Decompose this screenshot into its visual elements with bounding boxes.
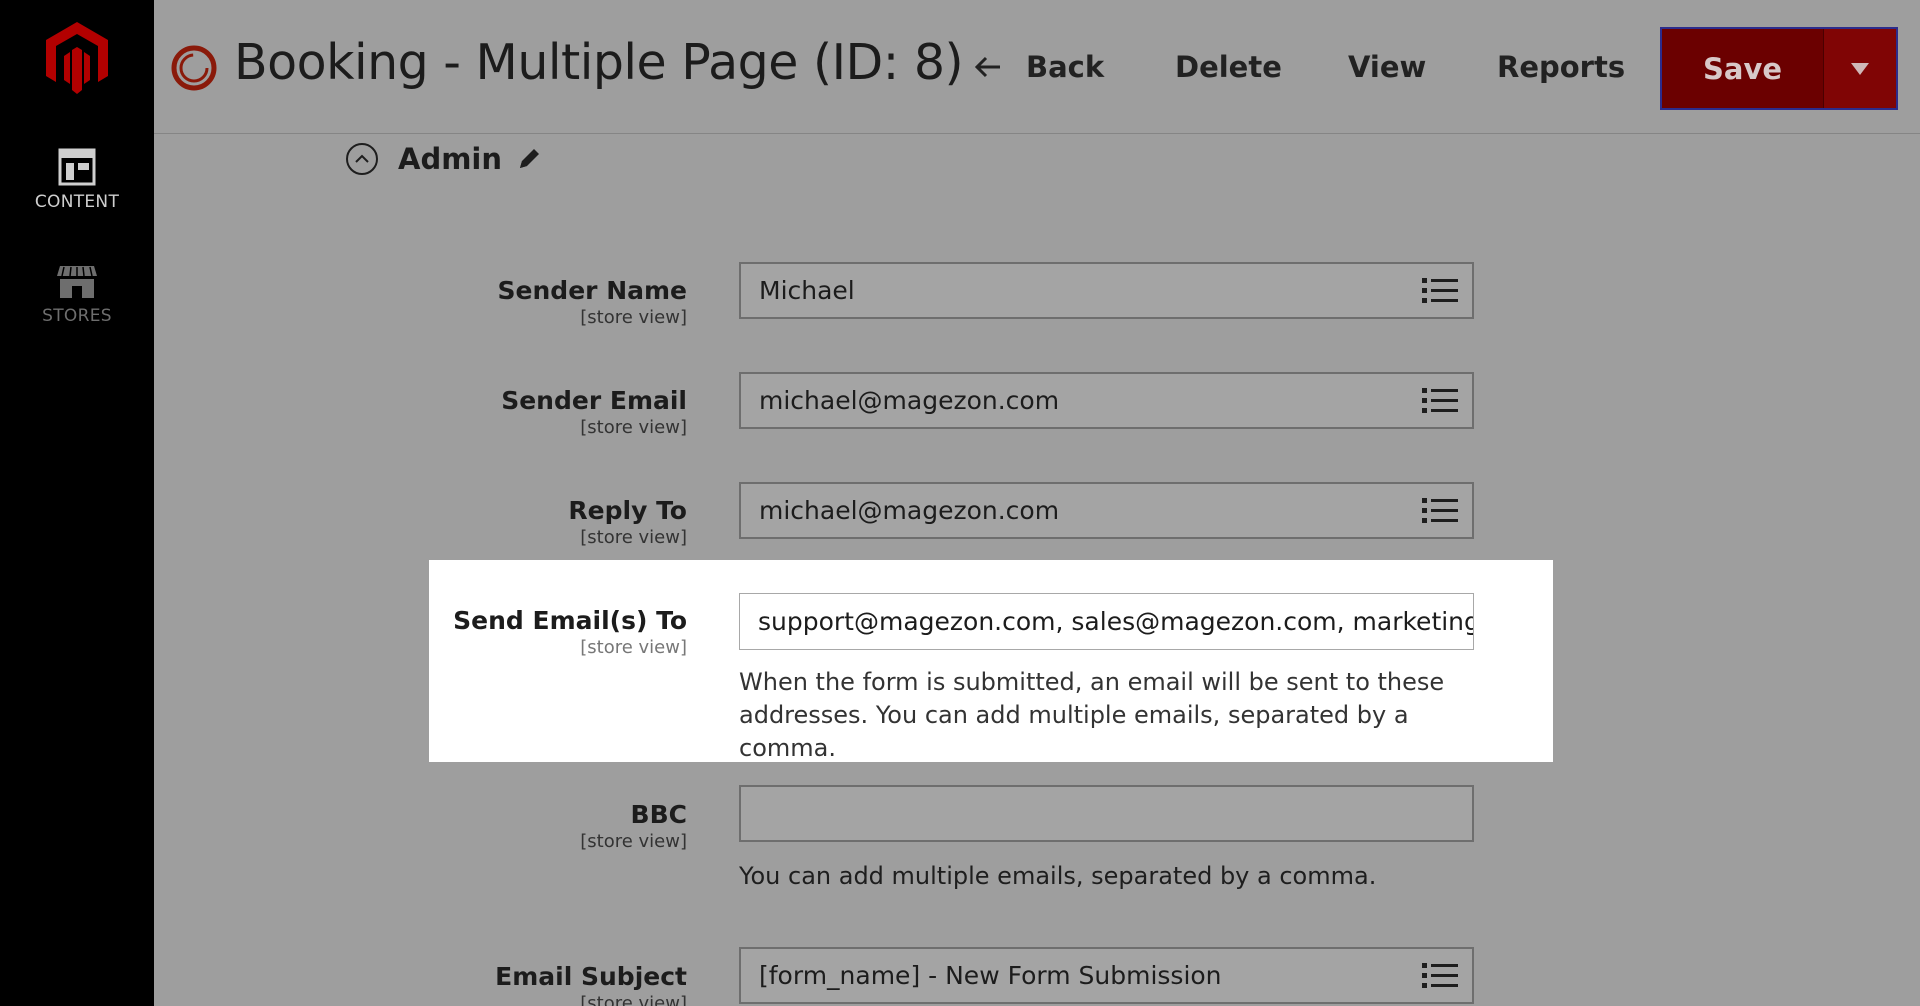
save-options-toggle[interactable] bbox=[1824, 29, 1896, 108]
input-value: Michael bbox=[759, 276, 855, 305]
sidebar-item-stores[interactable]: STORES bbox=[0, 264, 154, 326]
chevron-down-icon bbox=[1851, 62, 1869, 75]
magento-logo-icon[interactable] bbox=[42, 20, 112, 96]
pencil-icon[interactable] bbox=[516, 146, 542, 172]
field-label: Sender Email bbox=[501, 386, 687, 415]
bbc-input[interactable] bbox=[739, 785, 1474, 842]
page-title: Booking - Multiple Page (ID: 8) bbox=[234, 34, 964, 91]
sidebar-item-label: STORES bbox=[42, 306, 112, 326]
content-icon bbox=[58, 148, 96, 186]
input-value: michael@magezon.com bbox=[759, 496, 1060, 525]
field-label: Email Subject bbox=[495, 962, 687, 991]
sender-email-label: Sender Email [store view] bbox=[501, 386, 687, 438]
back-button[interactable]: Back bbox=[974, 50, 1104, 84]
input-value: [form_name] - New Form Submission bbox=[759, 961, 1222, 990]
back-label: Back bbox=[1026, 50, 1105, 84]
reports-button[interactable]: Reports bbox=[1497, 50, 1625, 84]
sender-name-input[interactable]: Michael bbox=[739, 262, 1474, 319]
field-scope: [store view] bbox=[580, 831, 687, 852]
arrow-left-icon bbox=[974, 56, 1000, 78]
sidebar: CONTENT STORES bbox=[0, 0, 154, 1006]
view-button[interactable]: View bbox=[1348, 50, 1426, 84]
input-value: michael@magezon.com bbox=[759, 386, 1060, 415]
bbc-label: BBC [store view] bbox=[580, 800, 687, 852]
field-scope: [store view] bbox=[580, 993, 687, 1006]
input-value: support@magezon.com, sales@magezon.com, … bbox=[758, 607, 1473, 636]
list-icon[interactable] bbox=[1422, 496, 1458, 526]
admin-section-header[interactable]: Admin bbox=[346, 142, 539, 176]
sidebar-item-content[interactable]: CONTENT bbox=[0, 148, 154, 212]
field-label: Reply To bbox=[568, 496, 687, 525]
list-icon[interactable] bbox=[1422, 386, 1458, 416]
field-label: Sender Name bbox=[497, 276, 687, 305]
email-subject-input[interactable]: [form_name] - New Form Submission bbox=[739, 947, 1474, 1004]
send-to-highlight-panel: Send Email(s) To [store view] support@ma… bbox=[429, 560, 1553, 762]
sender-email-input[interactable]: michael@magezon.com bbox=[739, 372, 1474, 429]
reply-to-input[interactable]: michael@magezon.com bbox=[739, 482, 1474, 539]
sidebar-item-label: CONTENT bbox=[34, 192, 120, 212]
save-button[interactable]: Save bbox=[1662, 29, 1824, 108]
collapse-icon[interactable] bbox=[346, 143, 378, 175]
reply-to-label: Reply To [store view] bbox=[568, 496, 687, 548]
field-scope: [store view] bbox=[580, 637, 687, 658]
send-to-note: When the form is submitted, an email wil… bbox=[739, 668, 1445, 762]
delete-button[interactable]: Delete bbox=[1175, 50, 1282, 84]
save-split-button: Save bbox=[1660, 27, 1898, 110]
send-to-input[interactable]: support@magezon.com, sales@magezon.com, … bbox=[739, 593, 1474, 650]
field-label: BBC bbox=[630, 800, 687, 829]
section-title: Admin bbox=[398, 142, 503, 176]
send-to-label: Send Email(s) To [store view] bbox=[429, 606, 687, 658]
field-scope: [store view] bbox=[580, 527, 687, 548]
stores-icon bbox=[57, 266, 97, 298]
sender-name-label: Sender Name [store view] bbox=[498, 276, 687, 328]
field-scope: [store view] bbox=[580, 307, 687, 328]
field-scope: [store view] bbox=[580, 417, 687, 438]
ring-icon bbox=[171, 45, 217, 91]
list-icon[interactable] bbox=[1422, 961, 1458, 991]
page-header: Booking - Multiple Page (ID: 8) Back Del… bbox=[154, 0, 1920, 134]
bbc-note: You can add multiple emails, separated b… bbox=[739, 862, 1377, 890]
list-icon[interactable] bbox=[1422, 276, 1458, 306]
email-subject-label: Email Subject [store view] bbox=[495, 962, 687, 1006]
field-label: Send Email(s) To bbox=[453, 606, 687, 635]
